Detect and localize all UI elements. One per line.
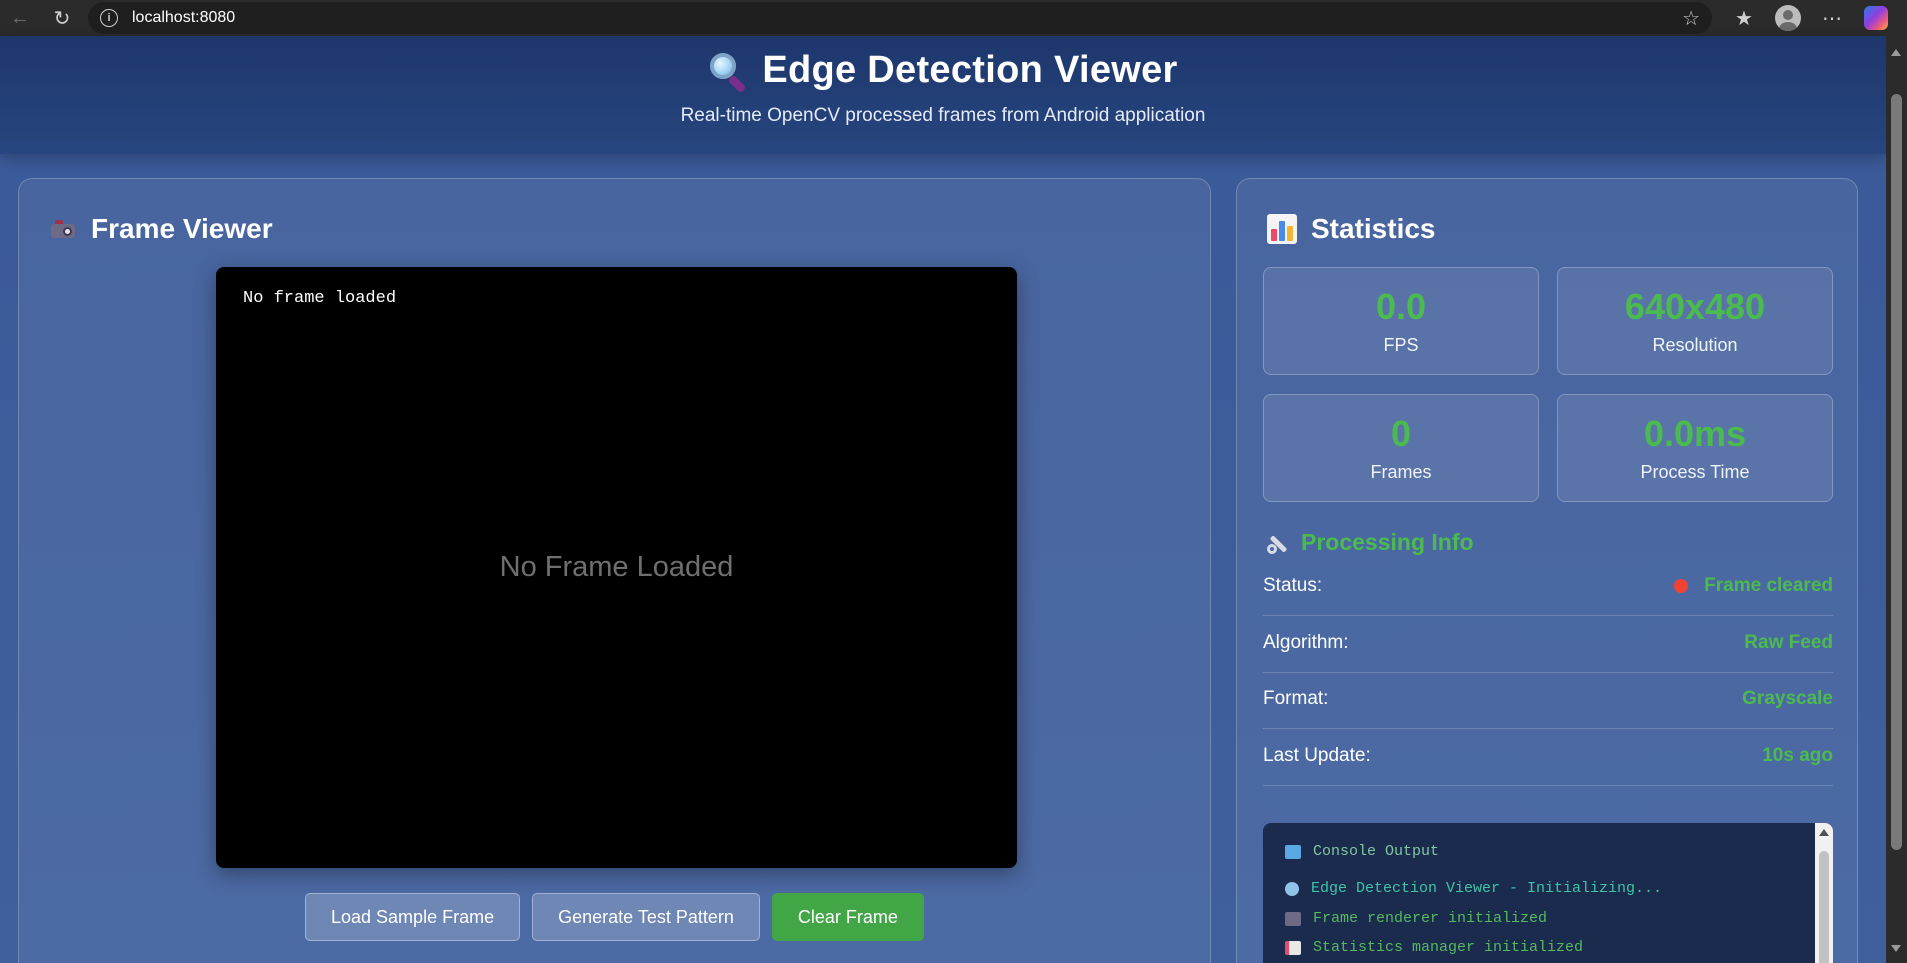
url-text[interactable]: localhost:8080 — [132, 9, 235, 27]
stat-label: FPS — [1383, 335, 1419, 355]
stat-value: 0.0ms — [1643, 413, 1747, 454]
site-info-icon[interactable]: i — [100, 9, 118, 27]
console-line: Frame renderer initialized — [1313, 910, 1548, 927]
back-arrow-icon[interactable]: ← — [6, 4, 34, 32]
bar-chart-icon — [1285, 940, 1301, 955]
console-line: Statistics manager initialized — [1313, 939, 1584, 956]
scroll-down-icon[interactable] — [1891, 945, 1901, 952]
info-row-status: Status: Frame cleared — [1263, 560, 1833, 616]
console-title: Console Output — [1313, 843, 1440, 860]
page-scrollbar[interactable] — [1886, 36, 1907, 963]
statistics-title: Statistics — [1311, 213, 1436, 244]
stat-label: Frames — [1370, 462, 1432, 482]
frame-canvas: No frame loaded No Frame Loaded — [216, 267, 1017, 868]
frame-overlay-text: No frame loaded — [243, 289, 397, 308]
reload-icon[interactable]: ↻ — [48, 4, 76, 32]
stat-value: 0.0 — [1375, 286, 1427, 327]
info-key: Status: — [1263, 575, 1323, 596]
info-value: Frame cleared — [1704, 575, 1833, 596]
frame-viewer-card: Frame Viewer No frame loaded No Frame Lo… — [18, 178, 1211, 963]
profile-icon[interactable] — [1774, 4, 1802, 32]
stat-fps: 0.0 FPS — [1263, 267, 1539, 375]
stat-process-time: 0.0ms Process Time — [1557, 394, 1833, 502]
frame-placeholder-text: No Frame Loaded — [499, 551, 734, 583]
info-key: Last Update: — [1263, 745, 1371, 766]
console-output-panel[interactable]: Console Output Edge Detection Viewer - I… — [1263, 823, 1833, 963]
scroll-thumb[interactable] — [1819, 851, 1829, 963]
info-key: Format: — [1263, 688, 1329, 709]
info-row-format: Format: Grayscale — [1263, 673, 1833, 729]
status-dot-icon — [1674, 579, 1689, 593]
console-line: Edge Detection Viewer - Initializing... — [1311, 880, 1663, 897]
load-sample-frame-button[interactable]: Load Sample Frame — [305, 893, 521, 941]
clear-frame-button[interactable]: Clear Frame — [771, 893, 924, 941]
stat-label: Resolution — [1652, 335, 1738, 355]
favorites-icon[interactable]: ★ — [1730, 4, 1758, 32]
info-value: Grayscale — [1742, 688, 1833, 709]
processing-info-title: Processing Info — [1301, 529, 1474, 555]
scroll-up-icon[interactable] — [1819, 829, 1829, 836]
frame-viewer-title: Frame Viewer — [91, 213, 273, 244]
page-header: Edge Detection Viewer Real-time OpenCV p… — [0, 36, 1886, 154]
page-title: Edge Detection Viewer — [762, 49, 1178, 91]
avatar — [1775, 5, 1801, 31]
bar-chart-icon — [1267, 214, 1297, 244]
page-subtitle: Real-time OpenCV processed frames from A… — [680, 105, 1206, 126]
copilot-icon[interactable] — [1862, 4, 1890, 32]
more-menu-icon[interactable]: ⋯ — [1818, 4, 1846, 32]
stat-frames: 0 Frames — [1263, 394, 1539, 502]
address-bar[interactable]: i localhost:8080 ☆ — [88, 2, 1712, 34]
browser-toolbar: ← ↻ i localhost:8080 ☆ ★ ⋯ — [0, 0, 1907, 36]
scroll-thumb[interactable] — [1891, 94, 1902, 850]
generate-test-pattern-button[interactable]: Generate Test Pattern — [532, 893, 760, 941]
info-row-last-update: Last Update: 10s ago — [1263, 730, 1833, 786]
magnifying-glass-icon — [708, 51, 748, 93]
stat-value: 640x480 — [1624, 286, 1766, 327]
computer-icon — [1285, 844, 1301, 859]
scroll-up-icon[interactable] — [1891, 49, 1901, 56]
projector-icon — [1285, 911, 1301, 926]
info-key: Algorithm: — [1263, 632, 1349, 653]
magnifying-glass-icon — [1285, 881, 1299, 896]
bookmark-star-icon[interactable]: ☆ — [1682, 6, 1700, 31]
info-row-algorithm: Algorithm: Raw Feed — [1263, 617, 1833, 673]
page-content: Edge Detection Viewer Real-time OpenCV p… — [0, 36, 1886, 963]
info-value: Raw Feed — [1744, 632, 1833, 653]
copilot-logo — [1864, 6, 1888, 30]
info-value: 10s ago — [1762, 745, 1833, 766]
console-scrollbar[interactable] — [1815, 823, 1833, 963]
stat-label: Process Time — [1640, 462, 1750, 482]
stat-value: 0 — [1390, 413, 1412, 454]
projector-icon — [49, 218, 77, 240]
stat-resolution: 640x480 Resolution — [1557, 267, 1833, 375]
wrench-icon — [1267, 532, 1289, 554]
statistics-card: Statistics 0.0 FPS 640x480 Resolution 0 … — [1236, 178, 1858, 963]
